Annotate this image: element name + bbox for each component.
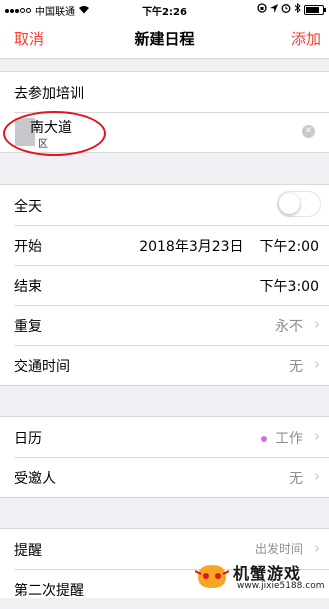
alarm-icon (281, 3, 291, 16)
repeat-label: 重复 (14, 319, 42, 335)
invitees-label: 受邀人 (14, 471, 56, 487)
timing-group: 全天 开始 2018年3月23日 下午2:00 结束 下午3:00 重复 永不 … (0, 184, 329, 386)
chevron-right-icon: › (314, 355, 320, 373)
all-day-label: 全天 (14, 199, 42, 215)
start-date: 2018年3月23日 (139, 239, 244, 255)
repeat-value: 永不 (275, 319, 303, 335)
repeat-row[interactable]: 重复 永不 › (0, 305, 329, 345)
end-label: 结束 (14, 279, 42, 295)
all-day-toggle[interactable] (277, 191, 321, 217)
status-bar: 中国联通 下午2:26 (0, 0, 329, 18)
end-row[interactable]: 结束 下午3:00 (0, 265, 329, 305)
start-time: 下午2:00 (259, 239, 319, 255)
invitees-row[interactable]: 受邀人 无 › (0, 457, 329, 497)
toggle-knob (279, 193, 300, 214)
watermark-logo-icon (195, 565, 229, 588)
travel-time-label: 交通时间 (14, 359, 70, 375)
end-time: 下午3:00 (259, 279, 319, 295)
chevron-right-icon: › (314, 467, 320, 485)
second-alert-label: 第二次提醒 (14, 583, 84, 599)
calendar-name: 工作 (275, 431, 303, 447)
chevron-right-icon: › (314, 539, 320, 557)
travel-time-row[interactable]: 交通时间 无 › (0, 345, 329, 385)
alert-label: 提醒 (14, 543, 42, 559)
calendar-group: 日历 工作 › 受邀人 无 › (0, 416, 329, 498)
calendar-row[interactable]: 日历 工作 › (0, 417, 329, 457)
clear-location-icon[interactable]: ✕ (302, 125, 315, 138)
location-icon (270, 3, 278, 16)
watermark: 机蟹游戏 www.jixie5188.com (195, 557, 329, 597)
alert-value: 出发时间 (254, 542, 303, 556)
rotation-lock-icon (257, 3, 267, 16)
nav-bar: 取消 新建日程 添加 (0, 18, 329, 59)
chevron-right-icon: › (314, 315, 320, 333)
calendar-color-dot (261, 436, 267, 442)
battery-icon (304, 4, 326, 15)
start-label: 开始 (14, 239, 42, 255)
travel-time-value: 无 (289, 359, 303, 375)
watermark-url: www.jixie5188.com (237, 581, 325, 591)
start-row[interactable]: 开始 2018年3月23日 下午2:00 (0, 225, 329, 265)
add-button[interactable]: 添加 (291, 28, 321, 49)
invitees-value: 无 (289, 471, 303, 487)
title-field[interactable]: 去参加培训 (0, 72, 329, 112)
annotation-circle (3, 111, 106, 156)
calendar-label: 日历 (14, 431, 42, 447)
title-input-value[interactable]: 去参加培训 (14, 83, 84, 103)
all-day-row: 全天 (0, 185, 329, 225)
status-right (257, 2, 326, 16)
chevron-right-icon: › (314, 427, 320, 445)
page-title: 新建日程 (134, 30, 195, 48)
bluetooth-icon (294, 2, 301, 16)
start-value: 2018年3月23日 下午2:00 (139, 236, 319, 256)
calendar-value: 工作 (261, 428, 303, 448)
